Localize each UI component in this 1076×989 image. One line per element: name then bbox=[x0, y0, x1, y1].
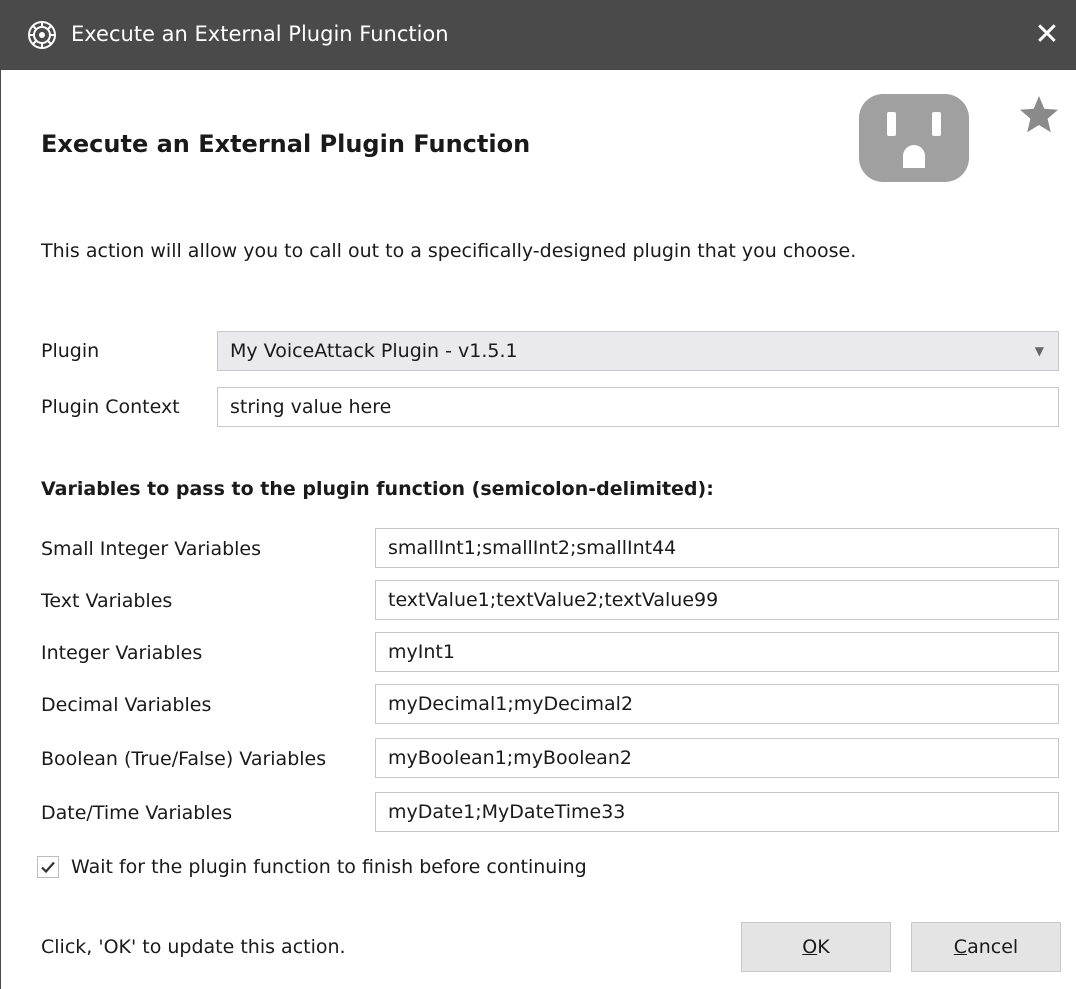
checkmark-icon bbox=[41, 861, 55, 874]
decimal-vars-label: Decimal Variables bbox=[41, 694, 212, 716]
small-int-label: Small Integer Variables bbox=[41, 538, 262, 560]
plugin-select-value: My VoiceAttack Plugin - v1.5.1 bbox=[230, 340, 518, 362]
wait-checkbox[interactable] bbox=[37, 856, 59, 878]
integer-vars-label: Integer Variables bbox=[41, 642, 203, 664]
variables-section-title: Variables to pass to the plugin function… bbox=[41, 478, 714, 500]
title-bar: Execute an External Plugin Function ✕ bbox=[1, 0, 1076, 70]
chevron-down-icon: ▼ bbox=[1034, 344, 1044, 358]
page-title: Execute an External Plugin Function bbox=[41, 130, 531, 158]
ok-label-rest: K bbox=[817, 936, 830, 958]
power-outlet-icon bbox=[859, 94, 969, 182]
cancel-button[interactable]: Cancel bbox=[911, 922, 1061, 972]
text-vars-label: Text Variables bbox=[41, 590, 173, 612]
datetime-vars-input[interactable]: myDate1;MyDateTime33 bbox=[375, 792, 1059, 832]
plugin-context-label: Plugin Context bbox=[41, 396, 180, 418]
ok-mnemonic: O bbox=[802, 936, 818, 958]
close-button[interactable]: ✕ bbox=[1017, 0, 1076, 70]
wait-checkbox-label[interactable]: Wait for the plugin function to finish b… bbox=[71, 852, 587, 882]
app-gear-icon bbox=[28, 21, 56, 49]
decimal-vars-input[interactable]: myDecimal1;myDecimal2 bbox=[375, 684, 1059, 724]
small-int-input[interactable]: smallInt1;smallInt2;smallInt44 bbox=[375, 528, 1059, 568]
datetime-vars-label: Date/Time Variables bbox=[41, 802, 233, 824]
text-vars-input[interactable]: textValue1;textValue2;textValue99 bbox=[375, 580, 1059, 620]
boolean-vars-label: Boolean (True/False) Variables bbox=[41, 748, 327, 770]
plugin-context-input[interactable]: string value here bbox=[217, 387, 1059, 427]
dialog-window: Execute an External Plugin Function ✕ Ex… bbox=[0, 0, 1076, 989]
boolean-vars-input[interactable]: myBoolean1;myBoolean2 bbox=[375, 738, 1059, 778]
window-title: Execute an External Plugin Function bbox=[71, 22, 449, 46]
cancel-mnemonic: C bbox=[953, 936, 968, 958]
footer-hint: Click, 'OK' to update this action. bbox=[41, 936, 346, 958]
star-icon[interactable] bbox=[1017, 92, 1061, 136]
ok-button[interactable]: OK bbox=[741, 922, 891, 972]
cancel-label-rest: ancel bbox=[967, 936, 1019, 958]
integer-vars-input[interactable]: myInt1 bbox=[375, 632, 1059, 672]
plugin-select[interactable]: My VoiceAttack Plugin - v1.5.1 ▼ bbox=[217, 331, 1059, 371]
plugin-label: Plugin bbox=[41, 340, 100, 362]
description-text: This action will allow you to call out t… bbox=[41, 240, 857, 262]
close-icon: ✕ bbox=[1034, 17, 1060, 52]
